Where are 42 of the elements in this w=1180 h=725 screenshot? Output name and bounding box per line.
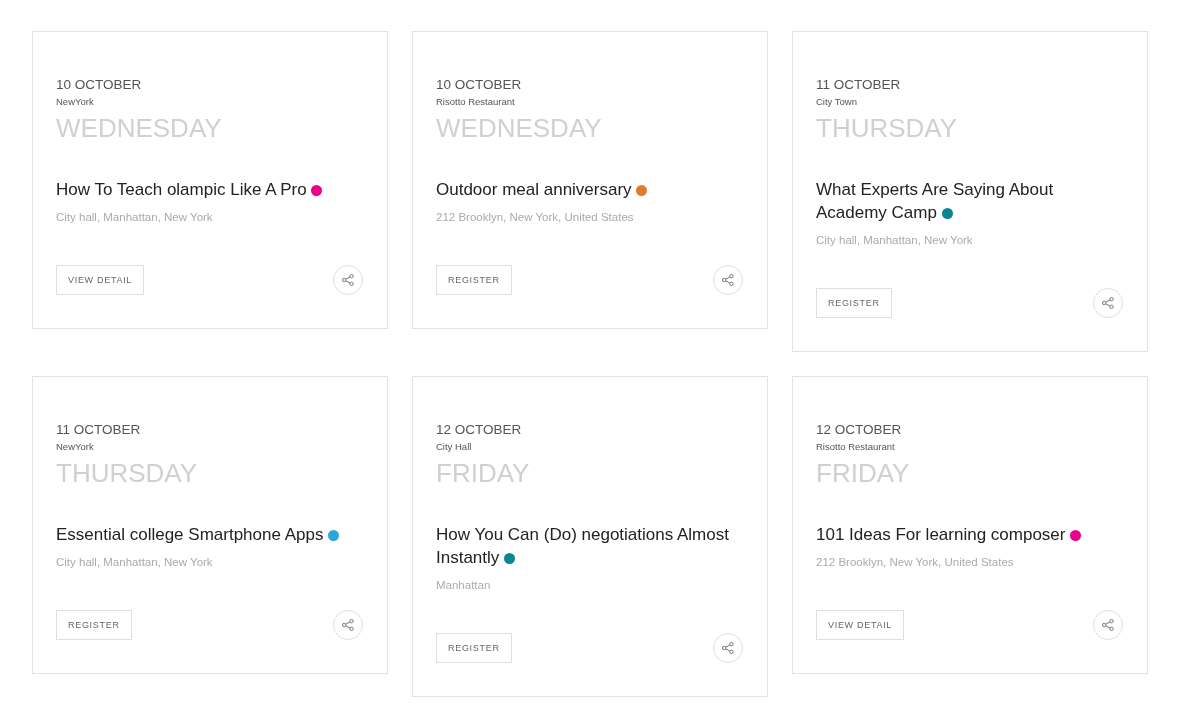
event-action-button[interactable]: REGISTER	[436, 633, 512, 663]
event-action-button[interactable]: REGISTER	[56, 610, 132, 640]
event-title-link[interactable]: Outdoor meal anniversary	[436, 178, 744, 201]
share-button[interactable]	[713, 265, 743, 295]
event-address: Manhattan	[436, 578, 492, 593]
event-action-button[interactable]: VIEW DETAIL	[56, 265, 145, 295]
share-button[interactable]	[1093, 288, 1123, 318]
event-title-link[interactable]: How You Can (Do) negotiations Almost Instantly	[436, 523, 744, 569]
share-button[interactable]	[333, 610, 363, 640]
event-date: 12 OCTOBER	[436, 421, 523, 439]
event-address: 212 Brooklyn, New York, United States	[816, 555, 1015, 570]
event-action-button[interactable]: REGISTER	[816, 288, 892, 318]
event-address: City hall, Manhattan, New York	[816, 233, 974, 248]
share-icon	[1102, 619, 1114, 631]
event-date: 12 OCTOBER	[816, 421, 903, 439]
event-action-button[interactable]: REGISTER	[436, 265, 512, 295]
event-title-link[interactable]: Essential college Smartphone Apps	[56, 523, 364, 546]
event-title-link[interactable]: How To Teach olampic Like A Pro	[56, 178, 364, 201]
event-venue: City Hall	[436, 440, 473, 454]
event-venue: Risotto Restaurant	[436, 95, 516, 109]
share-icon	[342, 274, 354, 286]
share-icon	[722, 274, 734, 286]
event-title-link[interactable]: What Experts Are Saying About Academy Camp	[816, 178, 1124, 224]
share-button[interactable]	[333, 265, 363, 295]
event-date: 11 OCTOBER	[816, 76, 902, 94]
event-venue: City Town	[816, 95, 858, 109]
share-icon	[342, 619, 354, 631]
share-icon	[722, 642, 734, 654]
event-date: 10 OCTOBER	[436, 76, 523, 94]
event-venue: NewYork	[56, 95, 95, 109]
event-venue: Risotto Restaurant	[816, 440, 896, 454]
share-button[interactable]	[1093, 610, 1123, 640]
event-address: 212 Brooklyn, New York, United States	[436, 210, 635, 225]
event-title-link[interactable]: 101 Ideas For learning composer	[816, 523, 1124, 546]
event-address: City hall, Manhattan, New York	[56, 555, 214, 570]
event-action-button[interactable]: VIEW DETAIL	[816, 610, 905, 640]
event-venue: NewYork	[56, 440, 95, 454]
share-button[interactable]	[713, 633, 743, 663]
event-date: 11 OCTOBER	[56, 421, 142, 439]
event-date: 10 OCTOBER	[56, 76, 143, 94]
share-icon	[1102, 297, 1114, 309]
event-address: City hall, Manhattan, New York	[56, 210, 214, 225]
